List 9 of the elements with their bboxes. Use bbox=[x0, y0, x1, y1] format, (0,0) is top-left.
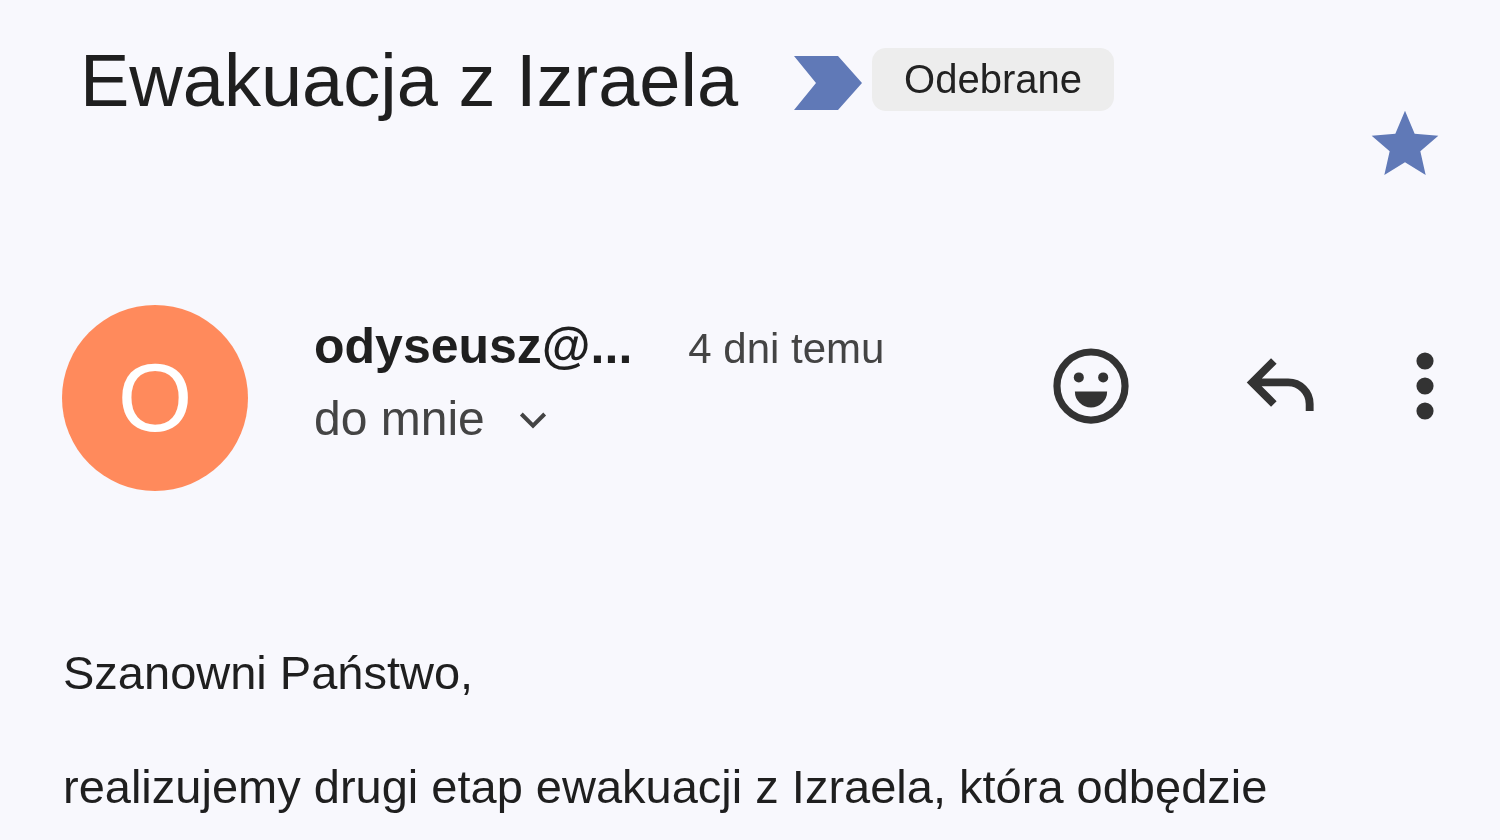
importance-marker-icon[interactable] bbox=[794, 56, 863, 110]
message-time: 4 dni temu bbox=[688, 325, 885, 373]
body-paragraph: realizujemy drugi etap ewakuacji z Izraela, która odbędzie bbox=[63, 759, 1269, 815]
sender-name[interactable]: odyseusz@... bbox=[314, 317, 633, 375]
subject-title: Ewakuacja z Izraela bbox=[80, 38, 739, 124]
sender-avatar: O bbox=[62, 305, 248, 491]
label-chip[interactable]: Odebrane bbox=[872, 48, 1114, 111]
recipient-toggle[interactable]: do mnie bbox=[314, 391, 885, 446]
body-paragraph: Szanowni Państwo, bbox=[63, 645, 475, 701]
